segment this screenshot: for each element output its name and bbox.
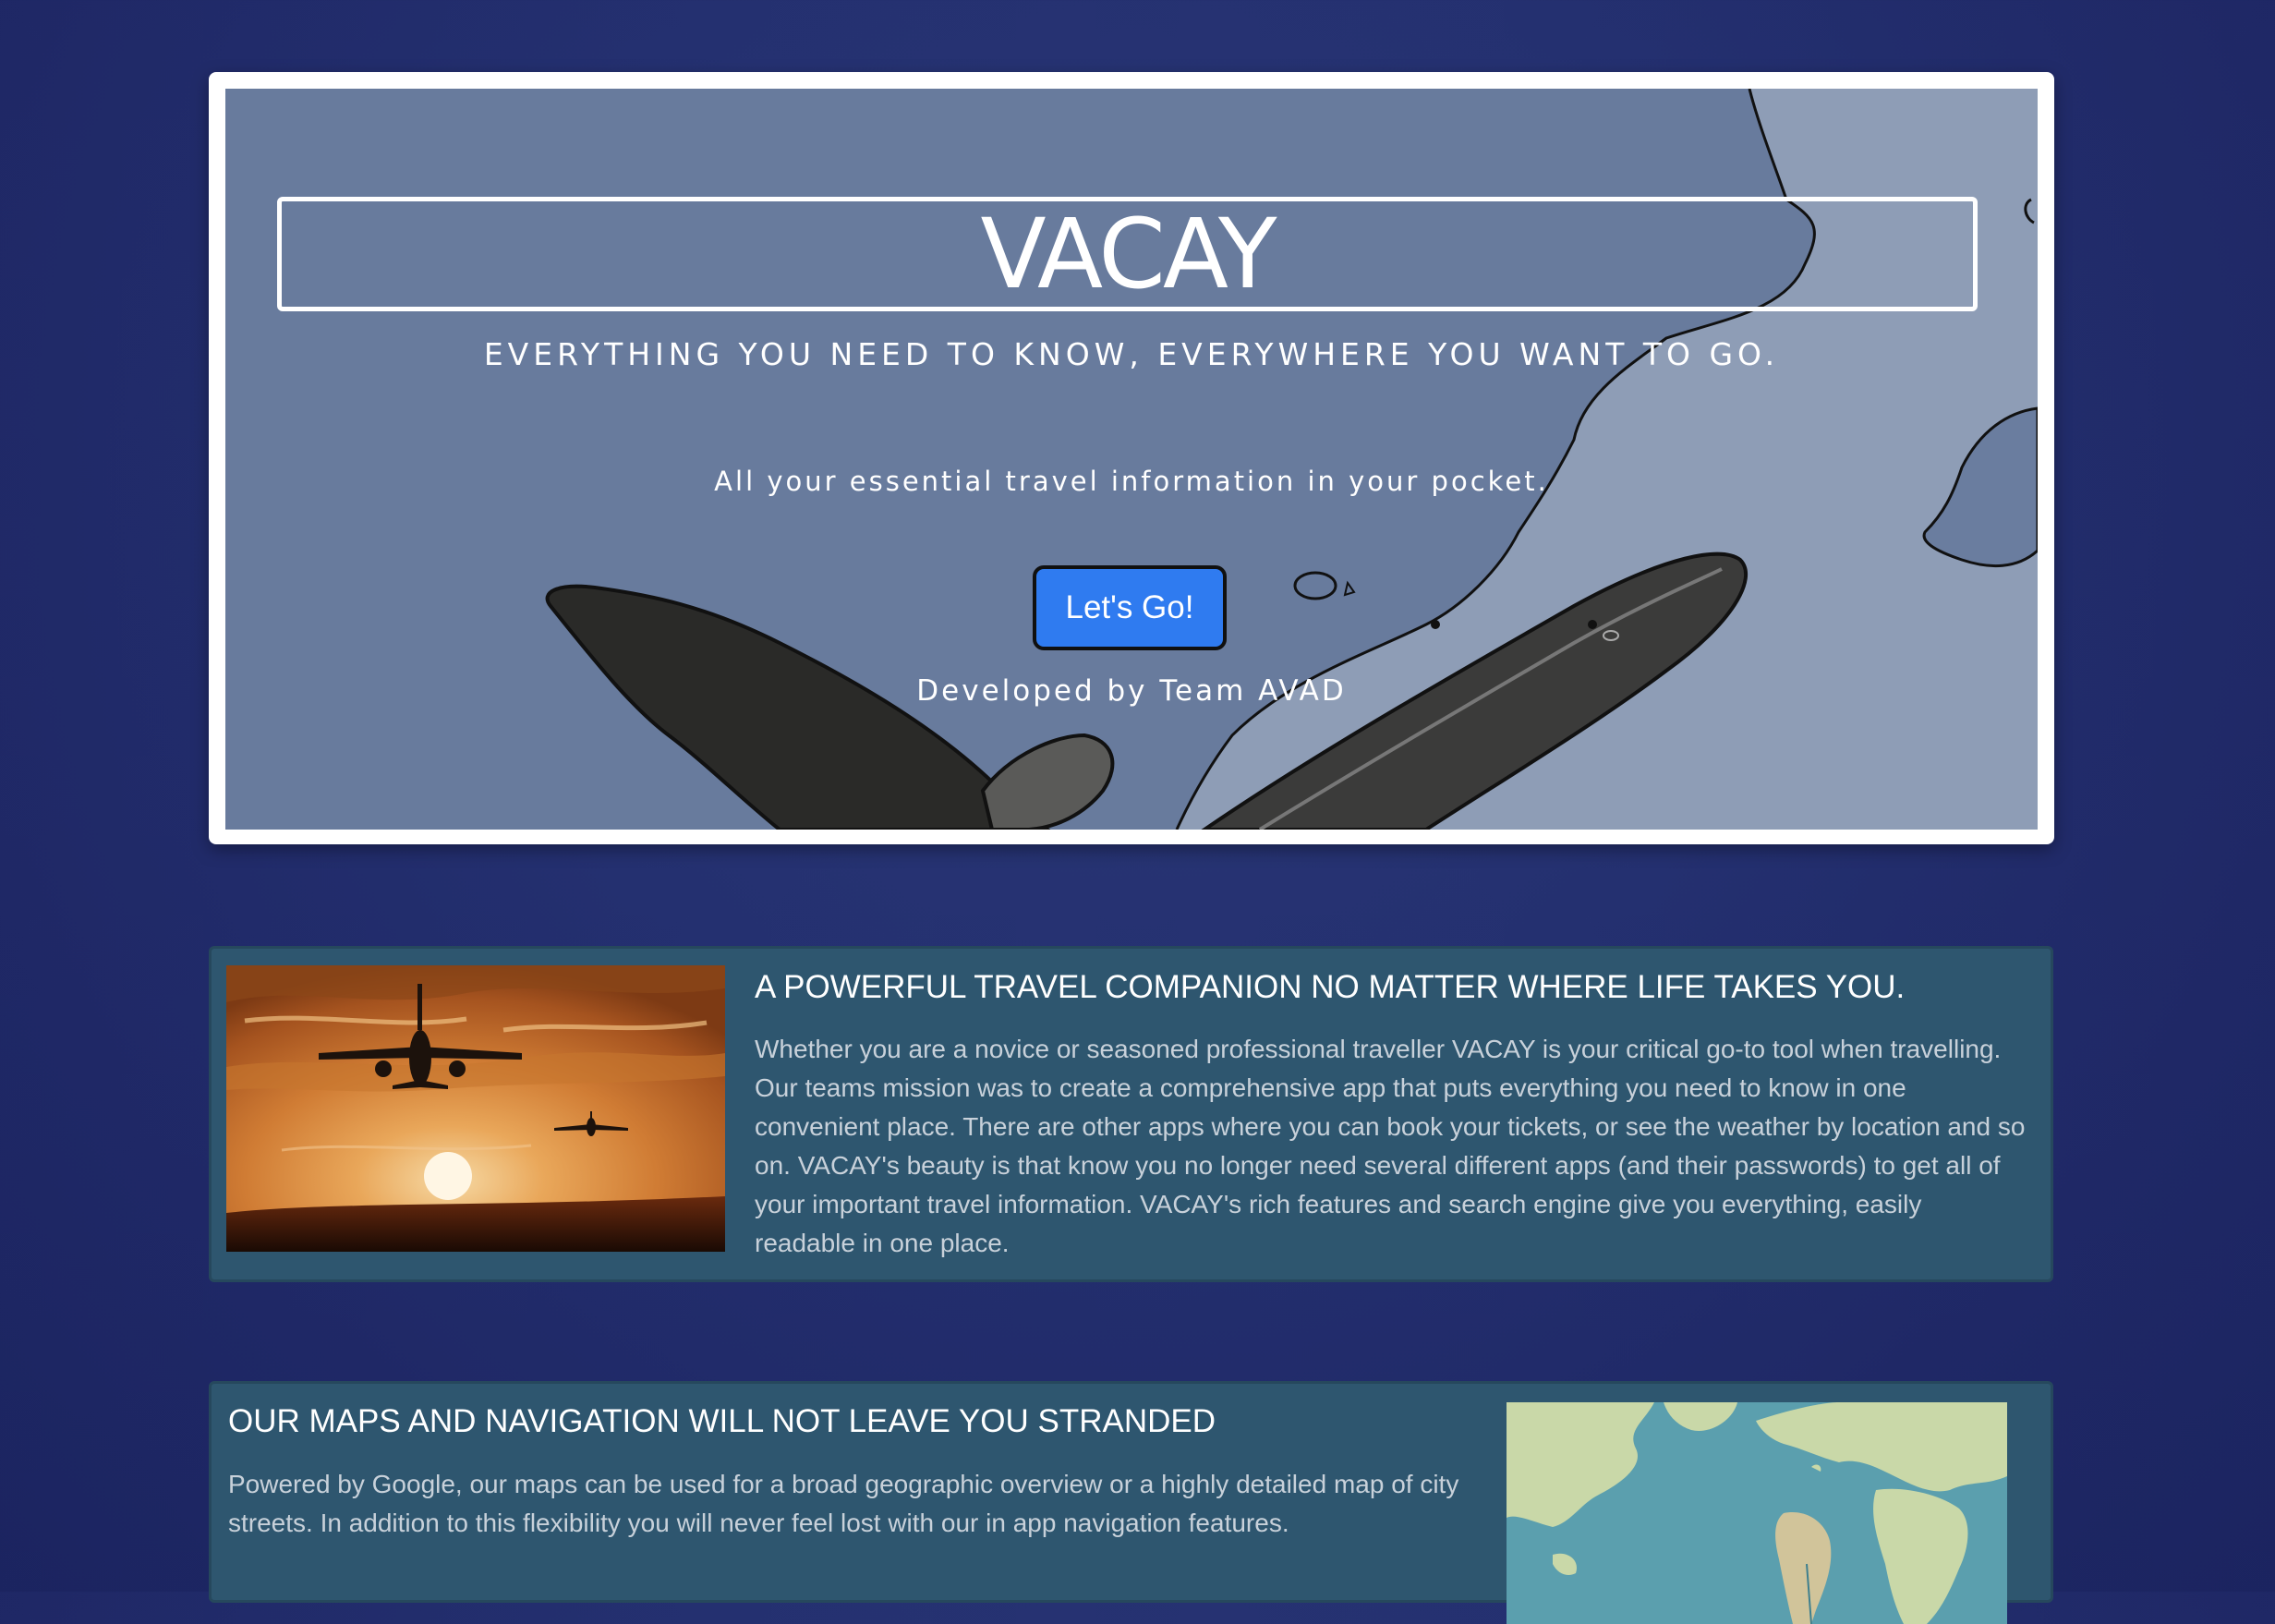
feature-title: A POWERFUL TRAVEL COMPANION NO MATTER WH…	[755, 969, 1906, 1005]
developer-credit: Developed by Team AVAD	[916, 674, 1347, 708]
feature-description: Whether you are a novice or seasoned pro…	[755, 1035, 2026, 1257]
feature-card-travel-companion: A POWERFUL TRAVEL COMPANION NO MATTER WH…	[209, 946, 2053, 1282]
hero-banner: VACAY EVERYTHING YOU NEED TO KNOW, EVERY…	[225, 89, 2038, 830]
feature-card-maps-navigation: OUR MAPS AND NAVIGATION WILL NOT LEAVE Y…	[209, 1381, 2053, 1624]
hero-section: VACAY EVERYTHING YOU NEED TO KNOW, EVERY…	[209, 72, 2054, 844]
page-title: VACAY	[980, 198, 1277, 310]
lets-go-button[interactable]: Let's Go!	[1033, 565, 1227, 650]
feature-title: OUR MAPS AND NAVIGATION WILL NOT LEAVE Y…	[228, 1403, 1216, 1439]
hero-subtitle: All your essential travel information in…	[714, 466, 1549, 497]
title-frame: VACAY	[277, 197, 1978, 311]
sunset-airplanes-image	[226, 965, 725, 1252]
world-map-image	[1507, 1402, 2007, 1624]
feature-description: Powered by Google, our maps can be used …	[228, 1470, 1459, 1537]
hero-tagline: EVERYTHING YOU NEED TO KNOW, EVERYWHERE …	[483, 336, 1780, 372]
